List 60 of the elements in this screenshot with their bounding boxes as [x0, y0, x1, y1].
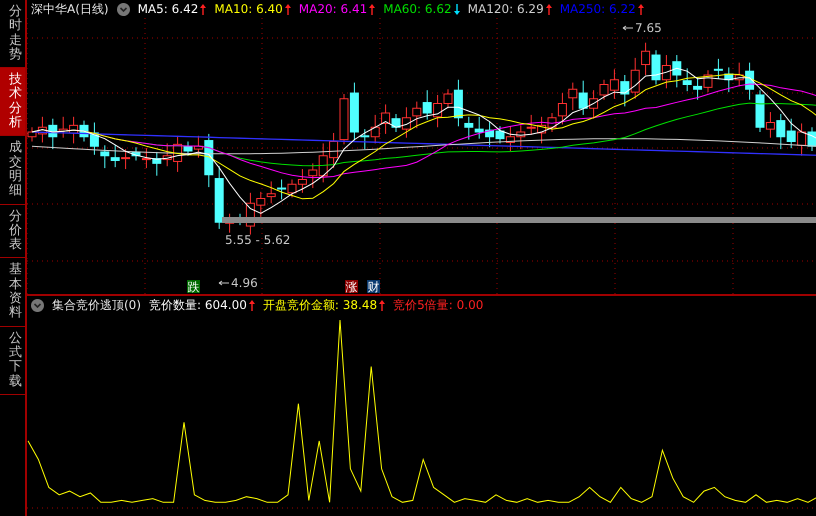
candlestick: [704, 70, 712, 93]
candlestick: [266, 180, 276, 204]
event-marker[interactable]: 财: [367, 280, 380, 294]
candlestick: [693, 77, 702, 100]
candlestick: [776, 113, 786, 150]
candlestick: [340, 94, 348, 145]
sidebar-tab[interactable]: 公式下载: [0, 326, 25, 395]
candlestick: [662, 54, 671, 89]
candlestick: [277, 179, 286, 200]
candlestick: [152, 151, 162, 176]
candlestick: [110, 144, 120, 168]
candlestick: [516, 124, 526, 150]
chart-title: 深中华A(日线): [31, 0, 109, 18]
candlestick: [786, 118, 796, 149]
event-marker[interactable]: 跌: [187, 280, 200, 294]
candlestick: [506, 126, 515, 152]
candlestick: [474, 116, 484, 140]
moving-average-reading: MA60: 6.62: [383, 2, 452, 16]
moving-average-reading: MA5: 6.42: [138, 2, 198, 16]
candlestick: [672, 54, 682, 88]
candlestick: [797, 122, 806, 156]
price-label: 7.65: [622, 21, 662, 35]
candlestick: [714, 58, 723, 80]
candlestick: [100, 144, 110, 169]
candlestick: [526, 114, 536, 136]
candlestick: [589, 90, 598, 120]
candlestick: [288, 179, 296, 198]
candlestick: [578, 80, 588, 116]
candlestick: [641, 42, 650, 76]
price-label: 5.55 - 5.62: [225, 233, 290, 247]
indicator-title: 集合竞价逃顶(0): [52, 296, 141, 314]
moving-average-reading: MA20: 6.41: [298, 2, 368, 16]
indicator-reading: 竞价5倍量: 0.00: [393, 296, 484, 314]
candlestick: [69, 116, 78, 144]
indicator-reading: 竞价数量: 604.00: [149, 296, 247, 314]
price-label: 4.96: [218, 276, 258, 290]
candlestick: [58, 116, 68, 138]
candlestick: [808, 126, 816, 152]
candlestick: [329, 132, 338, 169]
candlestick: [724, 66, 734, 93]
candlestick: [48, 118, 58, 150]
candlestick: [568, 82, 578, 111]
candlestick: [652, 50, 660, 85]
candlestick: [537, 116, 546, 144]
sidebar-tab[interactable]: 技术分析: [0, 68, 25, 136]
moving-average-reading: MA120: 6.29: [468, 2, 544, 16]
event-marker[interactable]: 涨: [345, 280, 358, 294]
candlestick: [630, 57, 640, 100]
candlestick: [412, 101, 422, 129]
candlestick: [682, 68, 692, 92]
collapse-icon[interactable]: [116, 2, 130, 16]
moving-average-reading: MA250: 6.22: [560, 2, 636, 16]
collapse-icon[interactable]: [31, 298, 44, 312]
candlestick: [370, 114, 380, 144]
candlestick: [422, 90, 432, 120]
moving-average-reading: MA10: 6.40: [214, 2, 283, 16]
sidebar-tab[interactable]: 分价表: [0, 204, 25, 258]
indicator-reading: 开盘竞价金额: 38.48: [262, 296, 378, 314]
candlestick: [298, 168, 307, 194]
candlestick: [620, 74, 630, 107]
